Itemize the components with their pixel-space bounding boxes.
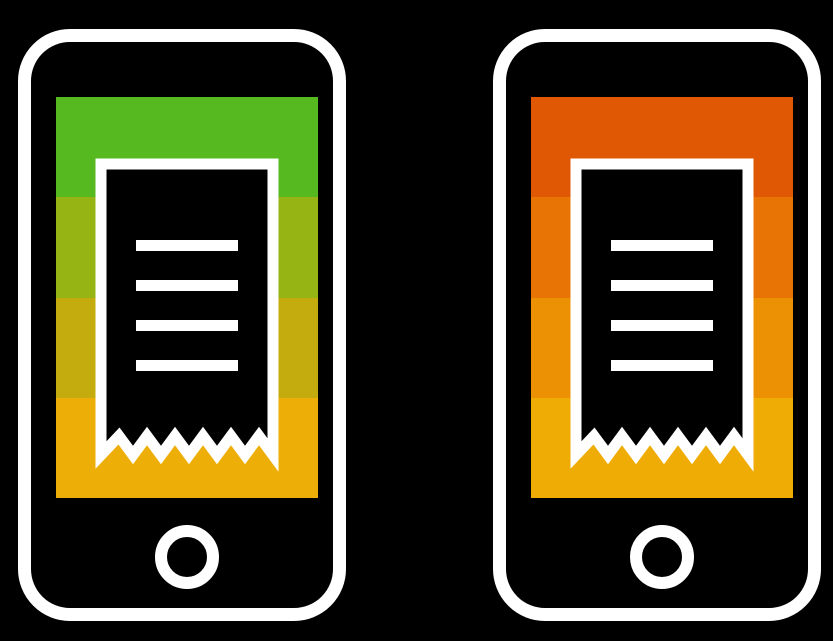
receipt-line <box>136 240 238 251</box>
receipt-line <box>611 320 713 331</box>
receipt-line <box>611 240 713 251</box>
smartphone-icon <box>18 29 346 621</box>
receipt-line <box>611 360 713 371</box>
receipt-line <box>136 360 238 371</box>
receipt-line <box>136 320 238 331</box>
receipt-icon <box>570 158 754 472</box>
home-button-icon <box>155 525 219 589</box>
receipt-line <box>611 280 713 291</box>
receipt-icon <box>95 158 279 472</box>
receipt-line <box>136 280 238 291</box>
smartphone-icon <box>493 29 821 621</box>
home-button-icon <box>630 525 694 589</box>
